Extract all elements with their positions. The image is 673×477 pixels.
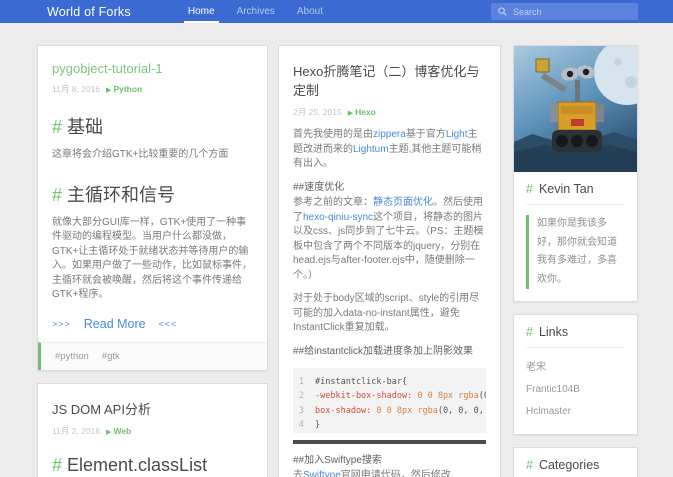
search-icon bbox=[498, 7, 507, 16]
author-name-heading: # Kevin Tan bbox=[526, 182, 625, 205]
hash-icon: # bbox=[526, 325, 533, 339]
links-list: 老宋 Frantic104B Hclmaster bbox=[526, 348, 625, 422]
link-hexo-qiniu-sync[interactable]: hexo-qiniu-sync bbox=[303, 212, 373, 223]
link-zippera[interactable]: zippera bbox=[373, 129, 406, 140]
nav-item-about[interactable]: About bbox=[286, 0, 334, 23]
section-heading: # Element.classList bbox=[52, 454, 208, 475]
sidebar: # Kevin Tan 如果你是我该多好，那你就会知道我有多难过，多喜欢你。 # L… bbox=[513, 45, 638, 477]
code-scrollbar bbox=[293, 439, 486, 444]
link-static-page-optimize[interactable]: 静态页面优化 bbox=[373, 197, 433, 208]
post-paragraph: 参考之前的文章：静态页面优化。然后使用了hexo-qiniu-sync这个项目，… bbox=[293, 197, 484, 281]
hash-icon: # bbox=[52, 454, 63, 475]
category-marker-icon: ▶ bbox=[106, 87, 112, 94]
post-title[interactable]: Hexo折腾笔记（二）博客优化与定制 bbox=[293, 61, 486, 99]
post-meta: 11月 8, 2016 ▶ Python bbox=[52, 83, 253, 95]
link-item-laosong[interactable]: 老宋 bbox=[526, 352, 625, 378]
post-card-pygobject: pygobject-tutorial-1 11月 8, 2016 ▶ Python … bbox=[37, 45, 268, 371]
subheading-speed: ##速度优化 bbox=[293, 181, 345, 193]
post-title[interactable]: JS DOM API分析 bbox=[52, 399, 253, 418]
arrows-right: <<< bbox=[158, 318, 178, 329]
wall-e-poster-image bbox=[514, 46, 637, 172]
post-card-jsdom: JS DOM API分析 11月 2, 2016 ▶ Web # Element.cl… bbox=[37, 382, 268, 477]
post-card-hexo: Hexo折腾笔记（二）博客优化与定制 2月 25, 2015 ▶ Hexo 首先我使… bbox=[278, 45, 501, 477]
post-paragraph: 首先我使用的是由zippera基于官方Light主题改进而来的Lightum主题… bbox=[293, 129, 482, 169]
hash-icon: # bbox=[52, 117, 63, 137]
author-card: # Kevin Tan 如果你是我该多好，那你就会知道我有多难过，多喜欢你。 bbox=[513, 45, 638, 302]
nav-item-home[interactable]: Home bbox=[177, 0, 226, 23]
post-date: 11月 2, 2016 bbox=[52, 425, 101, 436]
subheading-swiftype: ##加入Swiftype搜索 bbox=[293, 454, 382, 466]
search-input[interactable] bbox=[513, 6, 631, 17]
link-light-theme[interactable]: Light bbox=[446, 129, 468, 140]
category-marker-icon: ▶ bbox=[347, 110, 354, 117]
post-paragraph: 就像大部分GUI库一样，GTK+使用了一种事件驱动的编程模型。当用户什么都没做，… bbox=[52, 216, 252, 301]
author-quote: 如果你是我该多好，那你就会知道我有多难过，多喜欢你。 bbox=[526, 215, 625, 289]
code-block-css: 1 #instantclick-bar{2 -webkit-box-shadow: … bbox=[293, 368, 486, 433]
link-swiftype[interactable]: Swiftype bbox=[303, 470, 341, 477]
links-card: # Links 老宋 Frantic104B Hclmaster bbox=[513, 314, 638, 435]
column-middle: Hexo折腾笔记（二）博客优化与定制 2月 25, 2015 ▶ Hexo 首先我使… bbox=[278, 45, 501, 477]
post-paragraph: 对于处于body区域的script、style的引用尽可能的加入data-no-… bbox=[293, 293, 480, 333]
post-date: 11月 8, 2016 bbox=[52, 84, 101, 94]
post-paragraph: 这章将会介绍GTK+比较重要的几个方面 bbox=[52, 149, 229, 160]
categories-card: #Categories ACM20 ASP.NET2 Cloud Computi… bbox=[513, 447, 638, 477]
section-heading: # 基础 bbox=[52, 117, 104, 137]
app-header: World of Forks Home Archives About bbox=[0, 0, 673, 23]
post-date: 2月 25, 2015 bbox=[293, 107, 342, 117]
main-nav: Home Archives About bbox=[177, 0, 334, 23]
category-marker-icon: ▶ bbox=[106, 428, 112, 436]
tag-python[interactable]: #python bbox=[55, 351, 89, 362]
tag-gtk[interactable]: #gtk bbox=[102, 351, 120, 362]
links-heading: # Links bbox=[526, 325, 625, 348]
search-box[interactable] bbox=[491, 3, 638, 20]
post-meta: 11月 2, 2016 ▶ Web bbox=[52, 425, 253, 437]
site-title[interactable]: World of Forks bbox=[47, 0, 131, 23]
read-more-link[interactable]: >>> Read More <<< bbox=[52, 317, 253, 331]
post-title[interactable]: pygobject-tutorial-1 bbox=[52, 61, 253, 76]
post-meta: 2月 25, 2015 ▶ Hexo bbox=[293, 106, 486, 118]
post-tags: #python #gtk bbox=[38, 341, 267, 370]
post-category[interactable]: Hexo bbox=[355, 107, 376, 117]
hash-icon: # bbox=[526, 182, 533, 196]
link-item-frantic104b[interactable]: Frantic104B bbox=[526, 378, 625, 400]
link-lightum-theme[interactable]: Lightum bbox=[353, 144, 389, 155]
link-item-hclmaster[interactable]: Hclmaster bbox=[526, 400, 625, 422]
post-paragraph: 去Swiftype官网申请代码，然后修改search.ejs文件为： bbox=[293, 469, 486, 477]
post-category[interactable]: Python bbox=[113, 84, 142, 94]
arrows-left: >>> bbox=[52, 318, 71, 329]
post-category[interactable]: Web bbox=[113, 426, 131, 436]
column-left: pygobject-tutorial-1 11月 8, 2016 ▶ Python … bbox=[37, 45, 268, 477]
content-area: pygobject-tutorial-1 11月 8, 2016 ▶ Python … bbox=[0, 23, 673, 477]
subheading-shadow: ##给instantclick加载进度条加上阴影效果 bbox=[293, 345, 474, 357]
blog-page: World of Forks Home Archives About pygob… bbox=[0, 0, 673, 477]
hash-icon: # bbox=[52, 184, 63, 205]
scrollbar-thumb[interactable] bbox=[293, 439, 486, 444]
section-heading: # 主循环和信号 bbox=[52, 184, 176, 205]
categories-heading: # Categories bbox=[526, 458, 625, 477]
hash-icon: # bbox=[526, 458, 533, 472]
nav-item-archives[interactable]: Archives bbox=[226, 0, 286, 23]
